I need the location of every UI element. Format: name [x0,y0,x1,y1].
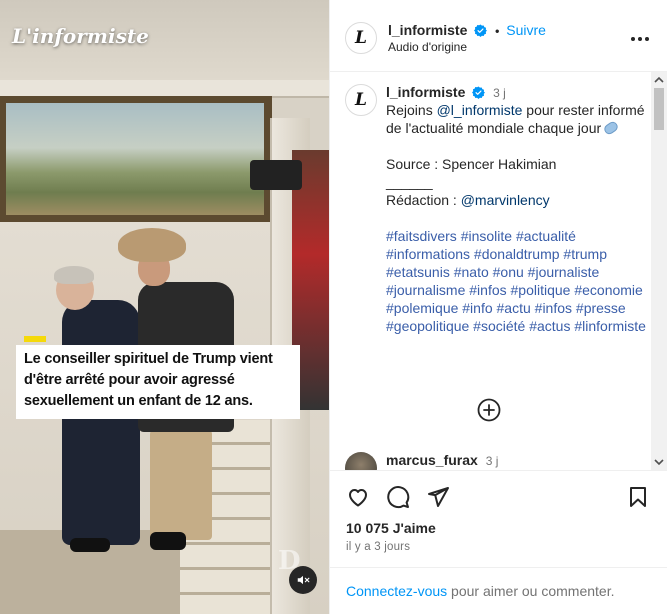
scroll-up-arrow-icon[interactable] [654,76,664,84]
plus-circle-icon [477,398,501,422]
comment-avatar[interactable] [345,452,377,470]
scene-officer-hat [118,228,186,262]
login-rest-text: pour aimer ou commenter. [447,583,615,599]
separator-dot: • [495,24,500,38]
avatar[interactable]: L [345,22,377,54]
likes-label: J'aime [388,520,436,536]
scroll-down-arrow-icon[interactable] [654,458,664,466]
more-horizontal-icon [631,37,649,41]
scene-camera [250,160,302,190]
save-button[interactable] [626,485,650,509]
post-date[interactable]: il y a 3 jours [346,541,410,553]
speaker-muted-icon [297,575,310,585]
video-caption-text: Le conseiller spirituel de Trump vient d… [24,351,273,409]
video-caption-box: Le conseiller spirituel de Trump vient d… [16,345,300,419]
mute-button[interactable] [289,566,317,594]
caption-author: l_informiste 3 j [386,84,506,100]
caption-avatar[interactable]: L [345,84,377,116]
comment-button[interactable] [386,485,410,509]
post-detail-panel: L l_informiste • Suivre Audio d'origine … [329,0,667,614]
mention-link[interactable]: @marvinlency [461,192,550,208]
post-header: L l_informiste • Suivre Audio d'origine [330,0,667,72]
post-media[interactable]: L'informiste Le conseiller spirituel de … [0,0,329,614]
more-options-button[interactable] [630,26,650,46]
follow-button[interactable]: Suivre [506,22,546,38]
likes-count[interactable]: 10 075 J'aime [346,520,436,536]
scene-officer-shoe [150,532,186,550]
scrollbar-thumb[interactable] [654,88,664,130]
hashtag-list[interactable]: #faitsdivers #insolite #actualité #infor… [386,227,652,335]
caption-separator: ______ [386,174,433,190]
heart-icon [349,489,367,507]
comment-icon [387,486,410,509]
brand-logo: L'informiste [12,24,149,48]
caption-source: Source : Spencer Hakimian [386,156,557,172]
scene-officer-legs [150,430,212,540]
redaction-label: Rédaction : [386,192,461,208]
caption-username-link[interactable]: l_informiste [386,84,465,100]
caption-accent-bar [24,336,46,342]
pill-emoji-icon [602,119,620,137]
share-button[interactable] [426,485,450,509]
caption-intro: Rejoins @l_informiste pour rester inform… [386,101,652,137]
caption-redaction: Rédaction : @marvinlency [386,191,652,209]
bookmark-icon [630,487,646,507]
comment-timestamp[interactable]: 3 j [486,454,499,468]
like-button[interactable] [346,485,370,509]
login-prompt: Connectez-vous pour aimer ou commenter. [330,567,667,614]
scene-person-suit [62,300,140,545]
caption-timestamp[interactable]: 3 j [493,86,506,100]
login-link[interactable]: Connectez-vous [346,583,447,599]
send-icon [428,487,449,507]
comment-author: marcus_furax 3 j [386,452,498,468]
comments-section[interactable]: L l_informiste 3 j Rejoins @l_informiste… [330,72,667,470]
post-author: l_informiste • Suivre [388,22,546,38]
likes-number: 10 075 [346,520,389,536]
comments-scrollbar[interactable] [651,72,667,470]
load-more-comments-button[interactable] [477,398,501,422]
scene-person-suit-shoe [70,538,110,552]
scene-person-suit-hair [54,266,94,284]
verified-badge-icon [472,86,486,99]
caption-text: Rejoins @l_informiste pour rester inform… [386,101,652,335]
login-prompt-text: Connectez-vous pour aimer ou commenter. [346,583,614,599]
comment-username-link[interactable]: marcus_furax [386,452,478,468]
username-link[interactable]: l_informiste [388,22,467,38]
original-audio-link[interactable]: Audio d'origine [388,40,467,54]
scene-painting [6,103,264,215]
caption-intro-start: Rejoins [386,102,437,118]
post-actions: 10 075 J'aime il y a 3 jours Connectez-v… [330,470,667,614]
verified-badge-icon [474,24,488,37]
mention-link[interactable]: @l_informiste [437,102,523,118]
